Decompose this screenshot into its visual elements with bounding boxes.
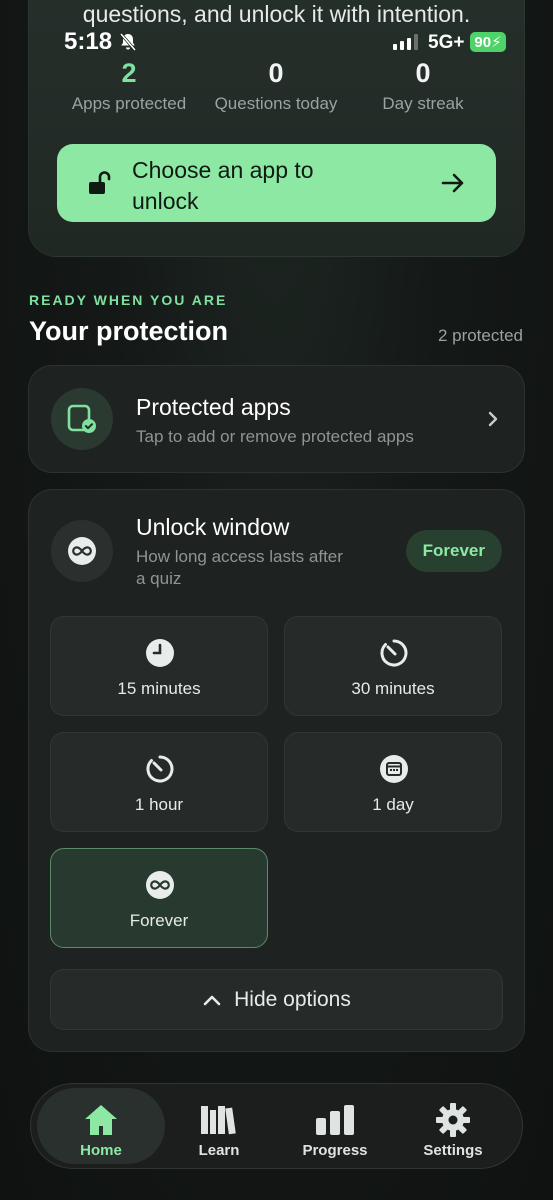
stat-label: Day streak [382,94,464,113]
bell-slash-icon [119,33,137,51]
option-label: 1 day [372,795,414,814]
stat-questions-today: 0 Questions today [206,58,346,114]
unlock-window-icon-bg [51,520,113,582]
signal-icon [393,34,418,50]
option-label: 30 minutes [351,679,435,698]
unlock-icon [89,171,111,194]
tab-label: Settings [423,1142,483,1159]
battery-indicator: 90 ⚡ [470,32,506,52]
home-icon [85,1105,117,1135]
infinity-icon [146,871,174,899]
books-icon [201,1106,236,1135]
network-type: 5G+ [428,32,465,53]
timer-icon [380,639,408,667]
stat-value: 2 [121,58,137,88]
hide-options-button[interactable]: Hide options [50,969,503,1030]
hide-options-label: Hide options [234,987,351,1011]
protected-apps-title: Protected apps [136,394,291,420]
section-title: Your protection [29,316,228,346]
tab-label: Progress [302,1142,368,1159]
option-label: 15 minutes [117,679,201,698]
option-forever[interactable]: Forever [50,848,268,948]
stat-label: Questions today [214,94,338,113]
choose-app-button[interactable]: Choose an app to unlock [57,144,496,222]
timer-icon [146,755,174,783]
stat-day-streak: 0 Day streak [372,58,474,114]
section-eyebrow: READY WHEN YOU ARE [29,292,228,308]
hero-subtitle: questions, and unlock it with intention. [82,1,471,27]
tab-progress[interactable]: Progress [275,1088,395,1164]
battery-bolt-icon: ⚡ [491,34,502,51]
stat-value: 0 [415,58,431,88]
tab-settings[interactable]: Settings [393,1088,513,1164]
tab-learn[interactable]: Learn [159,1088,279,1164]
option-15-minutes[interactable]: 15 minutes [50,616,268,716]
app-check-icon [67,404,96,433]
stat-value: 0 [268,58,284,88]
gear-icon [436,1103,470,1137]
option-1-day[interactable]: 1 day [284,732,502,832]
chevron-up-icon [203,995,221,1005]
arrow-right-icon [441,173,464,193]
battery-level: 90 [474,33,492,51]
protected-apps-description: Tap to add or remove protected apps [136,427,414,446]
stat-label: Apps protected [71,94,187,113]
clock-icon [146,639,174,667]
protected-count: 2 protected [437,326,523,345]
unlock-window-description: How long access lasts after a quiz [136,547,343,588]
stat-apps-protected: 2 Apps protected [58,58,200,114]
option-1-hour[interactable]: 1 hour [50,732,268,832]
current-window-badge: Forever [405,530,502,572]
choose-app-label: Choose an app to unlock [132,157,314,214]
unlock-window-title: Unlock window [136,514,290,540]
tab-home[interactable]: Home [37,1088,165,1164]
chevron-right-icon [488,411,498,427]
tab-label: Learn [198,1142,240,1159]
option-label: Forever [129,911,189,930]
protected-apps-card[interactable]: Protected apps Tap to add or remove prot… [28,365,525,473]
option-30-minutes[interactable]: 30 minutes [284,616,502,716]
status-time: 5:18 [64,28,113,55]
calendar-icon [380,755,408,783]
tab-bar: Home Learn Progress Settings [30,1083,523,1169]
protected-apps-icon-bg [51,388,113,450]
infinity-icon [68,537,96,565]
tab-label: Home [80,1142,122,1159]
option-label: 1 hour [134,795,184,814]
bar-chart-icon [316,1105,354,1135]
